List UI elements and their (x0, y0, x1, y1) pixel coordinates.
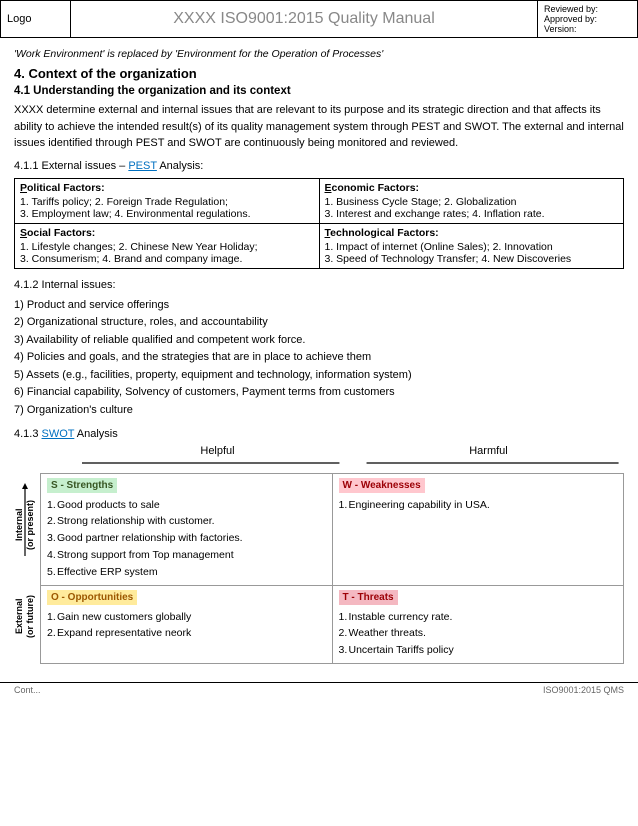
footer: Cont... ISO9001:2015 QMS (0, 682, 638, 697)
review-info: Reviewed by: Approved by: Version: (538, 1, 638, 38)
pest-heading-text: 4.1.1 External issues – PEST Analysis: (14, 160, 203, 172)
threats-list: Instable currency rate. Weather threats.… (339, 609, 618, 659)
swot-bottom-row: O - Opportunities Gain new customers glo… (41, 585, 624, 663)
technological-item-2: 3. Speed of Technology Transfer; 4. New … (325, 253, 619, 265)
opportunity-2: Expand representative neork (47, 625, 326, 642)
internal-item-5: 5) Assets (e.g., facilities, property, e… (14, 367, 624, 385)
threat-3: Uncertain Tariffs policy (339, 642, 618, 659)
opportunities-list: Gain new customers globally Expand repre… (47, 609, 326, 643)
economic-item-2: 3. Interest and exchange rates; 4. Infla… (325, 208, 619, 220)
economic-header: Economic Factors: (325, 182, 619, 194)
harmful-label-container: Harmful (353, 445, 624, 471)
swot-arrows-container: Helpful Harmful (14, 445, 624, 471)
internal-label-text: Internal (or present) (14, 500, 36, 550)
reviewed-by: Reviewed by: (544, 4, 631, 14)
political-item-1: 1. Tariffs policy; 2. Foreign Trade Regu… (20, 196, 314, 208)
sub41-body: XXXX determine external and internal iss… (14, 102, 624, 152)
economic-item-1: 1. Business Cycle Stage; 2. Globalizatio… (325, 196, 619, 208)
political-cell: Political Factors: 1. Tariffs policy; 2.… (15, 179, 320, 224)
external-side-label: External (or future) (14, 568, 36, 664)
footer-right: ISO9001:2015 QMS (543, 685, 624, 695)
weakness-1: Engineering capability in USA. (339, 497, 618, 514)
pest-heading: 4.1.1 External issues – PEST Analysis: (14, 158, 624, 175)
threats-cell: T - Threats Instable currency rate. Weat… (332, 585, 624, 663)
swot-heading-suffix: Analysis (74, 428, 117, 440)
swot-highlight: SWOT (42, 428, 75, 440)
internal-item-1: 1) Product and service offerings (14, 297, 624, 315)
opportunity-1: Gain new customers globally (47, 609, 326, 626)
opportunities-header: O - Opportunities (47, 590, 137, 605)
social-cell: Social Factors: 1. Lifestyle changes; 2.… (15, 224, 320, 269)
swot-side-labels: Internal (or present) External (or futur… (14, 473, 36, 664)
sub41-heading: 4.1 Understanding the organization and i… (14, 85, 624, 97)
title-prefix: XXXX (173, 10, 216, 27)
threat-1: Instable currency rate. (339, 609, 618, 626)
technological-item-1: 1. Impact of internet (Online Sales); 2.… (325, 241, 619, 253)
economic-cell: Economic Factors: 1. Business Cycle Stag… (319, 179, 624, 224)
helpful-label-container: Helpful (82, 445, 353, 471)
section4-heading: 4. Context of the organization (14, 66, 624, 81)
weaknesses-cell: W - Weaknesses Engineering capability in… (332, 473, 624, 585)
internal-item-3: 3) Availability of reliable qualified an… (14, 332, 624, 350)
political-header: Political Factors: (20, 182, 314, 194)
logo-text: Logo (7, 13, 31, 25)
strength-4: Strong support from Top management (47, 547, 326, 564)
version: Version: (544, 24, 631, 34)
title-main: ISO9001:2015 Quality Manual (216, 10, 435, 27)
strength-5: Effective ERP system (47, 564, 326, 581)
document-header: Logo XXXX ISO9001:2015 Quality Manual Re… (0, 0, 638, 38)
social-header: Social Factors: (20, 227, 314, 239)
technological-cell: Technological Factors: 1. Impact of inte… (319, 224, 624, 269)
external-label-text: External (or future) (14, 595, 36, 638)
pest-table: Political Factors: 1. Tariffs policy; 2.… (14, 178, 624, 269)
strengths-header: S - Strengths (47, 478, 117, 493)
strengths-list: Good products to sale Strong relationshi… (47, 497, 326, 581)
internal-heading: 4.1.2 Internal issues: (14, 277, 624, 294)
logo-cell: Logo (1, 1, 71, 38)
internal-item-4: 4) Policies and goals, and the strategie… (14, 349, 624, 367)
threat-2: Weather threats. (339, 625, 618, 642)
internal-side-label: Internal (or present) (14, 473, 36, 569)
internal-item-2: 2) Organizational structure, roles, and … (14, 314, 624, 332)
strength-1: Good products to sale (47, 497, 326, 514)
footer-left: Cont... (14, 685, 41, 695)
strengths-cell: S - Strengths Good products to sale Stro… (41, 473, 333, 585)
social-item-2: 3. Consumerism; 4. Brand and company ima… (20, 253, 314, 265)
helpful-label: Helpful (82, 445, 353, 457)
swot-heading-prefix: 4.1.3 (14, 428, 42, 440)
main-content: 'Work Environment' is replaced by 'Envir… (0, 44, 638, 676)
opportunities-cell: O - Opportunities Gain new customers glo… (41, 585, 333, 663)
strength-2: Strong relationship with customer. (47, 513, 326, 530)
internal-item-6: 6) Financial capability, Solvency of cus… (14, 384, 624, 402)
internal-item-7: 7) Organization's culture (14, 402, 624, 420)
harmful-arrow (353, 458, 624, 468)
social-item-1: 1. Lifestyle changes; 2. Chinese New Yea… (20, 241, 314, 253)
technological-header: Technological Factors: (325, 227, 619, 239)
weaknesses-header: W - Weaknesses (339, 478, 425, 493)
document-title: XXXX ISO9001:2015 Quality Manual (71, 1, 538, 38)
threats-header: T - Threats (339, 590, 398, 605)
strength-3: Good partner relationship with factories… (47, 530, 326, 547)
internal-list: 1) Product and service offerings 2) Orga… (14, 297, 624, 420)
swot-grid: S - Strengths Good products to sale Stro… (40, 473, 624, 664)
swot-top-row: S - Strengths Good products to sale Stro… (41, 473, 624, 585)
helpful-arrow (82, 458, 353, 468)
weaknesses-list: Engineering capability in USA. (339, 497, 618, 514)
political-item-2: 3. Employment law; 4. Environmental regu… (20, 208, 314, 220)
harmful-label: Harmful (353, 445, 624, 457)
swot-outer: Internal (or present) External (or futur… (14, 473, 624, 664)
swot-heading: 4.1.3 SWOT Analysis (14, 428, 624, 440)
italic-note: 'Work Environment' is replaced by 'Envir… (14, 48, 624, 60)
approved-by: Approved by: (544, 14, 631, 24)
